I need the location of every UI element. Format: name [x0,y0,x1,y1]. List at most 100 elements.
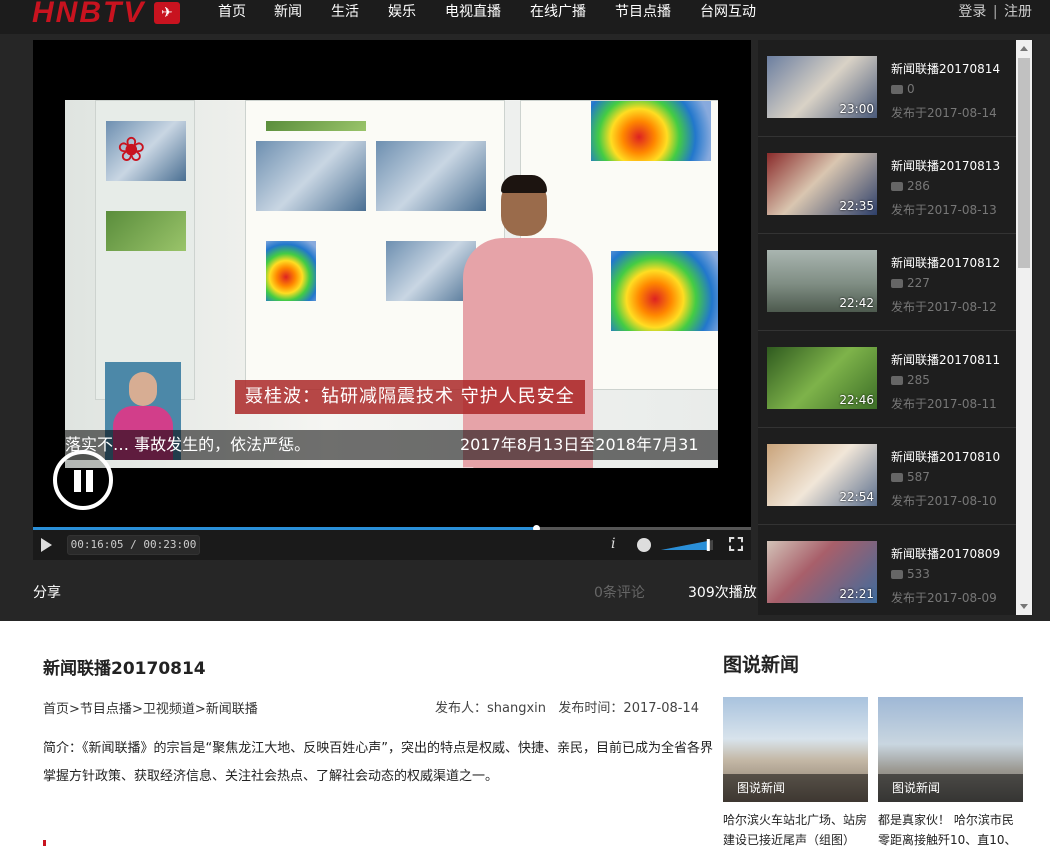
playlist-item[interactable]: 23:00 新闻联播20170814 0 发布于2017-08-14 [758,40,1016,137]
duration-label: 22:35 [839,199,874,213]
breadcrumb: 首页>节目点播>卫视频道>新闻联播 [43,698,258,717]
article-description: 简介：《新闻联播》的宗旨是“聚焦龙江大地、反映百姓心声”，突出的特点是权威、快捷… [43,741,713,784]
playlist-item-plays: 227 [891,276,930,290]
volume-slider[interactable] [661,539,713,551]
playlist-item[interactable]: 22:21 新闻联播20170809 533 发布于2017-08-09 [758,525,1016,615]
playlist-item-title[interactable]: 新闻联播20170812 [891,254,1000,271]
fullscreen-icon[interactable] [729,537,743,551]
playlist-panel: 23:00 新闻联播20170814 0 发布于2017-08-14 22:35… [758,40,1033,615]
picnews-label: 图说新闻 [723,774,868,802]
playlist-item-title[interactable]: 新闻联播20170811 [891,351,1000,368]
presenter-hair [501,175,547,193]
article-title: 新闻联播20170814 [43,659,206,679]
video-player[interactable]: ❀ 聂桂波：钻研减隔震技术 守护人民安全 落实不… 事故发生的，依法严惩。 20… [33,40,751,528]
exhibit-image [106,211,186,251]
playlist-item-title[interactable]: 新闻联播20170813 [891,157,1000,174]
video-caption-title: 聂桂波：钻研减隔震技术 守护人民安全 [235,380,585,414]
playlist-item-plays: 533 [891,567,930,581]
exhibit-image [611,251,718,331]
scroll-up-arrow-icon[interactable] [1020,46,1028,51]
publish-time: 发布时间：2017-08-14 [558,701,699,716]
playlist-item-date: 发布于2017-08-12 [891,300,997,314]
duration-label: 22:46 [839,393,874,407]
picnews-caption[interactable]: 哈尔滨火车站北广场、站房建设已接近尾声（组图） [723,810,868,850]
pause-overlay-button[interactable] [53,450,113,510]
info-icon[interactable]: i [611,536,615,552]
nav-item-life[interactable]: 生活 [331,0,359,24]
playlist-item-date: 发布于2017-08-10 [891,494,997,508]
presenter-figure [453,175,603,468]
auth-separator: | [992,4,998,20]
subtitle-left: 落实不… 事故发生的，依法严惩。 [65,435,311,454]
nav-item-live-tv[interactable]: 电视直播 [445,0,501,24]
playlist-item-date: 发布于2017-08-14 [891,106,997,120]
breadcrumb-separator: > [131,702,143,717]
video-thumbnail[interactable]: 22:46 [767,347,877,409]
nav-item-news[interactable]: 新闻 [274,0,302,24]
playlist-scrollbar[interactable] [1016,40,1032,615]
breadcrumb-news-broadcast[interactable]: 新闻联播 [206,702,258,717]
auth-links: 登录 | 注册 [958,0,1032,24]
playlist-item-title[interactable]: 新闻联播20170809 [891,545,1000,562]
logo-text: HNBTV [32,0,146,29]
hnbtv-logo[interactable]: HNBTV ✈ [32,0,184,29]
video-thumbnail[interactable]: 22:42 [767,250,877,312]
playlist-item-plays: 587 [891,470,930,484]
playlist-item-title[interactable]: 新闻联播20170810 [891,448,1000,465]
video-thumbnail[interactable]: 22:35 [767,153,877,215]
share-button[interactable]: 分享 [33,582,61,602]
duration-label: 22:21 [839,587,874,601]
play-count-value: 0 [907,82,915,96]
main-nav: 首页 新闻 生活 娱乐 电视直播 在线广播 节目点播 台网互动 [218,0,785,24]
play-count-icon [891,376,903,385]
picnews-image[interactable]: 图说新闻 [878,697,1023,802]
comment-count[interactable]: 0条评论 [594,582,645,602]
breadcrumb-separator: > [69,702,80,717]
video-thumbnail[interactable]: 23:00 [767,56,877,118]
playlist-item[interactable]: 22:42 新闻联播20170812 227 发布于2017-08-12 [758,234,1016,331]
play-icon[interactable] [41,538,52,552]
volume-icon[interactable] [637,538,651,552]
picnews-image[interactable]: 图说新闻 [723,697,868,802]
picnews-caption[interactable]: 都是真家伙！ 哈尔滨市民零距离接触歼10、直10、 [878,810,1023,850]
player-controls: 00:16:05 / 00:23:00 i [33,530,751,560]
login-link[interactable]: 登录 [958,4,986,20]
logo-mark-icon: ✈ [154,2,180,24]
video-frame: ❀ 聂桂波：钻研减隔震技术 守护人民安全 落实不… 事故发生的，依法严惩。 20… [65,100,718,468]
scrollbar-thumb[interactable] [1018,58,1030,268]
duration-label: 23:00 [839,102,874,116]
picnews-heading: 图说新闻 [723,654,800,676]
interpreter-head [129,372,157,406]
exhibit-image [266,241,316,301]
playlist-item-date: 发布于2017-08-09 [891,591,997,605]
playlist-item[interactable]: 22:46 新闻联播20170811 285 发布于2017-08-11 [758,331,1016,428]
play-count-icon [891,182,903,191]
scroll-down-arrow-icon[interactable] [1020,604,1028,609]
nav-item-interaction[interactable]: 台网互动 [700,0,756,24]
breadcrumb-separator: > [194,702,206,717]
time-display: 00:16:05 / 00:23:00 [67,535,200,555]
video-thumbnail[interactable]: 22:21 [767,541,877,603]
playlist-item[interactable]: 22:35 新闻联播20170813 286 发布于2017-08-13 [758,137,1016,234]
playlist-item-plays: 286 [891,179,930,193]
nav-item-entertainment[interactable]: 娱乐 [388,0,416,24]
play-count-icon [891,85,903,94]
play-count: 309次播放 [688,585,757,601]
video-subtitle: 落实不… 事故发生的，依法严惩。 2017年8月13日至2018年7月31日， [65,430,718,468]
nav-item-home[interactable]: 首页 [218,0,246,24]
nav-item-online-radio[interactable]: 在线广播 [530,0,586,24]
video-thumbnail[interactable]: 22:54 [767,444,877,506]
play-count-value: 533 [907,567,930,581]
playlist-item-title[interactable]: 新闻联播20170814 [891,60,1000,77]
breadcrumb-home[interactable]: 首页 [43,702,69,717]
channel-watermark-icon: ❀ [117,130,146,170]
publisher: 发布人：shangxin [435,701,547,716]
breadcrumb-on-demand[interactable]: 节目点播 [80,702,132,717]
register-link[interactable]: 注册 [1004,4,1032,20]
nav-item-on-demand[interactable]: 节目点播 [615,0,671,24]
playlist-item[interactable]: 22:54 新闻联播20170810 587 发布于2017-08-10 [758,428,1016,525]
breadcrumb-satellite-channel[interactable]: 卫视频道 [143,702,195,717]
playlist-item-date: 发布于2017-08-13 [891,203,997,217]
top-navigation-bar: HNBTV ✈ 首页 新闻 生活 娱乐 电视直播 在线广播 节目点播 台网互动 … [0,0,1050,34]
play-count-value: 286 [907,179,930,193]
